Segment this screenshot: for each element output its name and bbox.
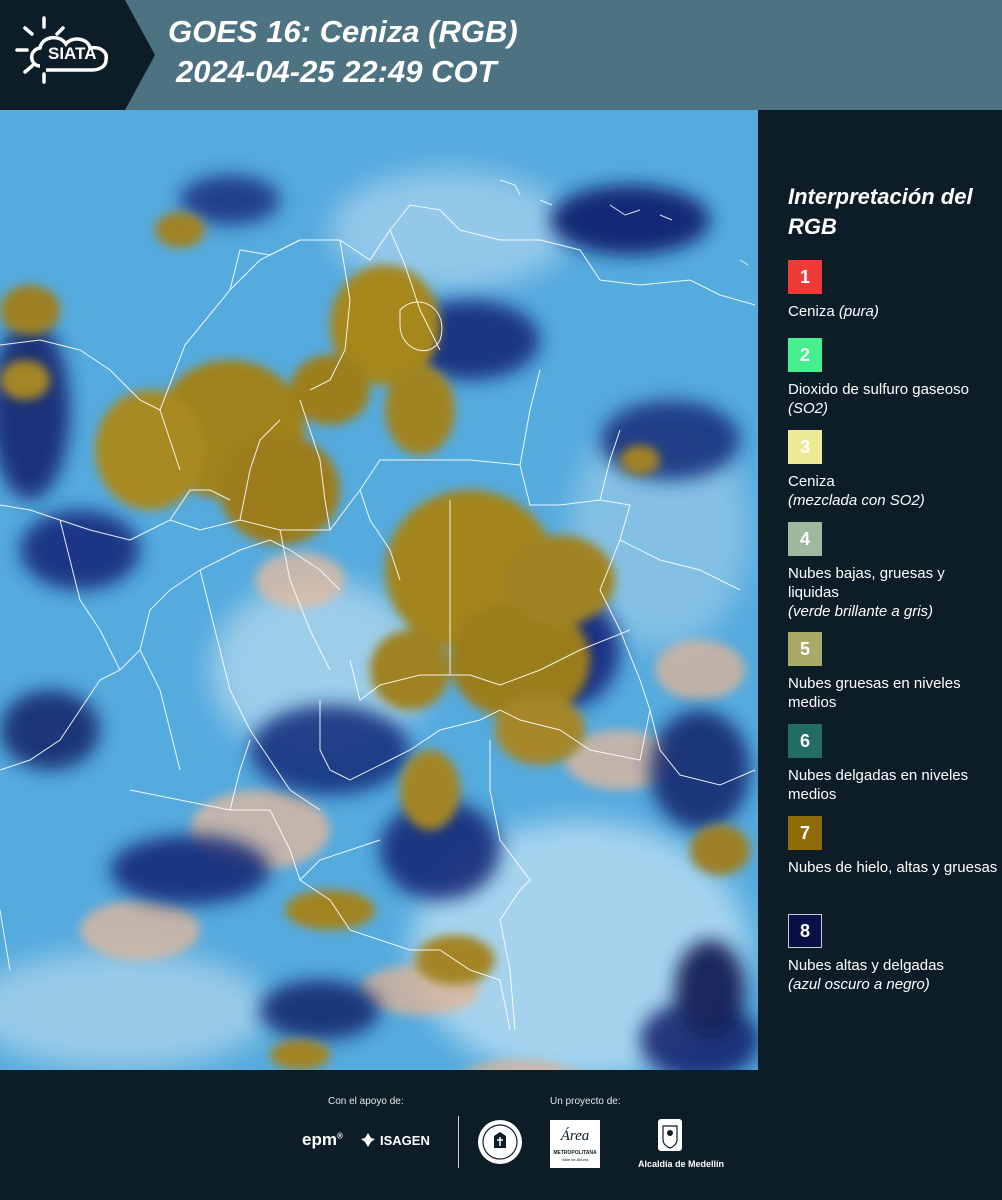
epm-logo: epm® [302, 1130, 343, 1149]
support-caption: Con el apoyo de: [328, 1096, 404, 1107]
legend-note: (azul oscuro a negro) [788, 976, 930, 993]
isagen-logo-text: ISAGEN [380, 1132, 430, 1148]
footer-divider [458, 1116, 459, 1168]
isagen-logo: ISAGEN [360, 1132, 430, 1148]
area-logo-text: Área [560, 1128, 590, 1144]
legend-number: 1 [799, 266, 810, 287]
siata-logo: SIATA [0, 0, 155, 110]
alcaldia-crest-icon [658, 1119, 682, 1151]
legend-label: Dioxido de sulfuro gaseoso [788, 381, 969, 398]
legend-label: Ceniza [788, 473, 835, 490]
legend-swatch-2: 2 [788, 338, 822, 372]
legend-swatch-4: 4 [788, 522, 822, 556]
satellite-map [0, 110, 758, 1070]
legend-label: Nubes de hielo, altas y gruesas [788, 859, 998, 876]
legend-label: Nubes gruesas en niveles medios [788, 675, 961, 711]
legend-swatch-1: 1 [788, 260, 822, 294]
legend-note: (mezclada con SO2) [788, 492, 925, 509]
area-logo-sub2: Valle de Aburrá [561, 1157, 589, 1162]
legend-number: 3 [799, 436, 810, 457]
legend-number: 4 [799, 528, 810, 549]
alcaldia-logo: Alcaldía de Medellín [638, 1118, 725, 1169]
legend-item-7: 7 Nubes de hielo, altas y gruesas [788, 816, 998, 877]
legend-title: Interpretación del RGB [788, 184, 973, 239]
legend-note: (SO2) [788, 400, 829, 417]
legend-label: Nubes bajas, gruesas y liquidas [788, 565, 945, 601]
siata-logo-text: SIATA [48, 44, 97, 63]
legend-swatch-3: 3 [788, 430, 822, 464]
isagen-mark-icon [361, 1133, 375, 1147]
legend-item-3: 3 Ceniza (mezclada con SO2) [788, 430, 998, 510]
legend-number: 8 [799, 920, 810, 941]
legend-note: (verde brillante a gris) [788, 603, 934, 620]
legend-number: 6 [799, 730, 810, 751]
legend-swatch-6: 6 [788, 724, 822, 758]
timestamp: 2024-04-25 22:49 COT [176, 54, 497, 89]
legend-swatch-8: 8 [788, 914, 822, 948]
legend-label: Nubes altas y delgadas [788, 957, 944, 974]
alcaldia-logo-text: Alcaldía de Medellín [638, 1159, 725, 1169]
legend-item-2: 2 Dioxido de sulfuro gaseoso (SO2) [788, 338, 998, 418]
legend-swatch-7: 7 [788, 816, 822, 850]
legend-number: 2 [799, 344, 810, 365]
legend-item-5: 5 Nubes gruesas en niveles medios [788, 632, 998, 712]
legend-swatch-5: 5 [788, 632, 822, 666]
area-metropolitana-logo: Área METROPOLITANA Valle de Aburrá [550, 1120, 600, 1168]
footer: Con el apoyo de: Un proyecto de: epm® IS… [0, 1070, 1002, 1200]
legend-label: Nubes delgadas en niveles medios [788, 767, 969, 803]
legend-item-4: 4 Nubes bajas, gruesas y liquidas (verde … [788, 522, 998, 621]
legend-label: Ceniza [788, 303, 835, 320]
legend-number: 7 [799, 822, 810, 843]
header-bar: SIATA GOES 16: Ceniza (RGB) 2024-04-25 2… [0, 0, 1002, 110]
legend-panel: Interpretación del RGB 1 Ceniza (pura) 2… [758, 110, 1002, 1070]
legend-item-8: 8 Nubes altas y delgadas (azul oscuro a n… [788, 914, 998, 994]
project-caption: Un proyecto de: [550, 1096, 621, 1107]
area-logo-sub: METROPOLITANA [553, 1150, 597, 1156]
legend-item-6: 6 Nubes delgadas en niveles medios [788, 724, 998, 804]
legend-note: (pura) [838, 303, 879, 320]
legend-number: 5 [799, 638, 810, 659]
legend-item-1: 1 Ceniza (pura) [788, 260, 998, 321]
epm-logo-text: epm [302, 1130, 337, 1149]
page-title: GOES 16: Ceniza (RGB) [168, 14, 518, 49]
antioquia-seal [476, 1118, 524, 1171]
